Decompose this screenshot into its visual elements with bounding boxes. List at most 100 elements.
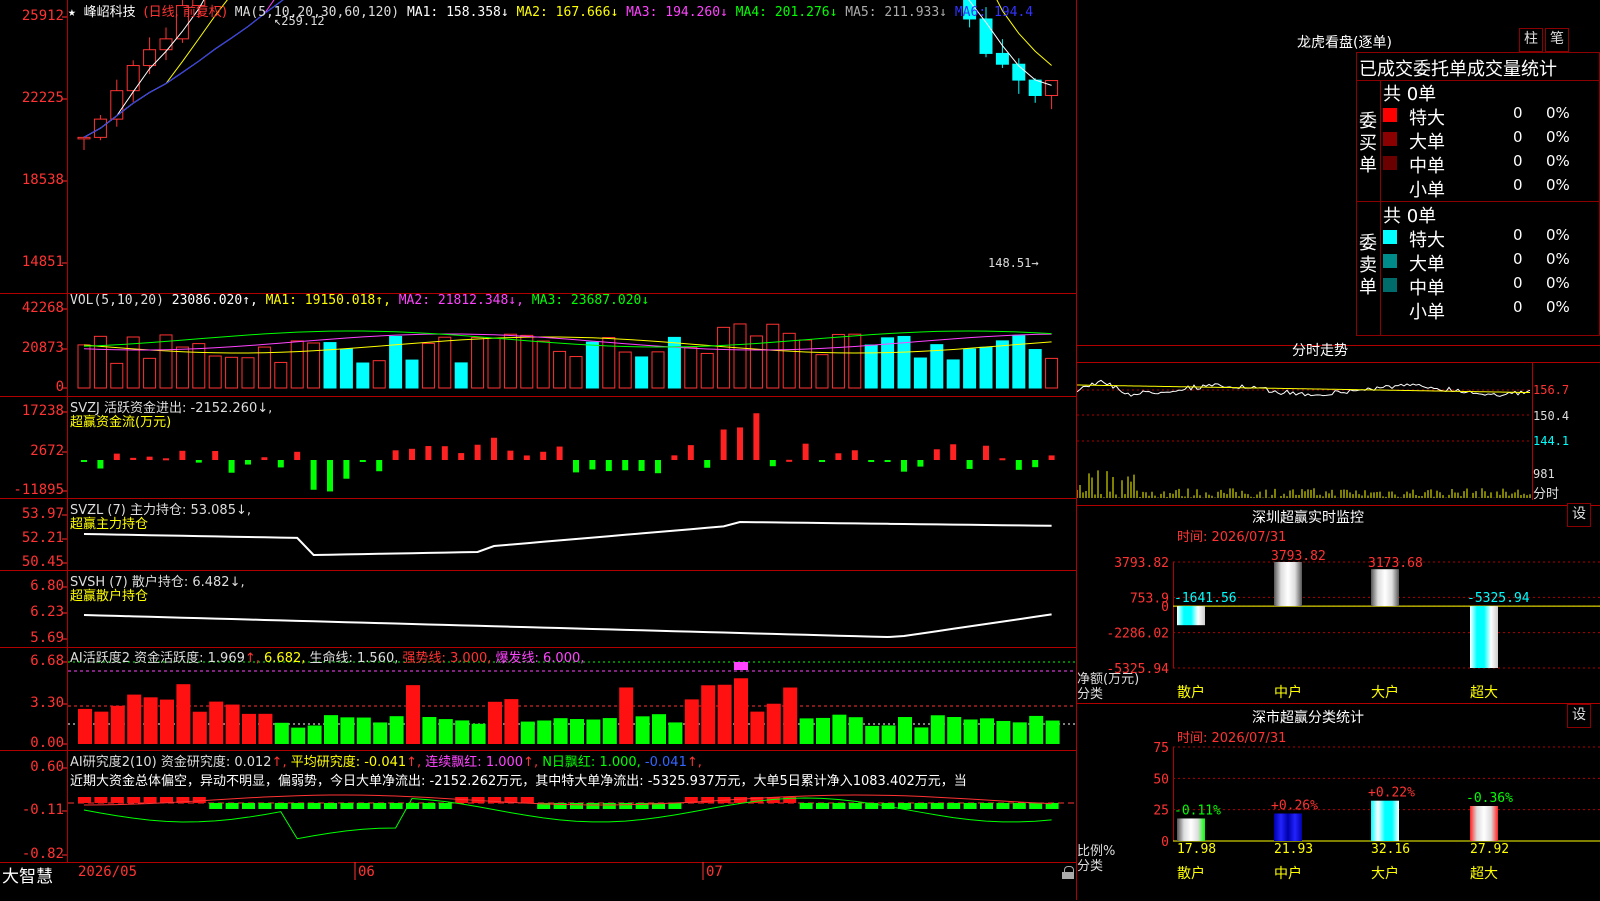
bar-category-label: 散户 [1177, 865, 1205, 882]
activity-bar [422, 716, 437, 744]
main-y-tick: 25912 [21, 8, 64, 24]
bar-category-label: 超大 [1470, 685, 1498, 701]
ai-research-header: AI研究度2(10) 资金研究度: 0.012↑, 平均研究度: -0.041↑… [70, 751, 702, 770]
pen-mode-button[interactable]: 笔 [1545, 28, 1569, 52]
volume-bar [192, 343, 206, 389]
bar-change-label: +0.26% [1271, 799, 1318, 814]
order-row-count: 0 [1513, 104, 1523, 122]
candle [979, 18, 993, 54]
research-bar [274, 803, 288, 809]
volume-bar [520, 334, 534, 389]
activity-bar [127, 694, 142, 744]
activity-bar [258, 713, 273, 744]
period-label[interactable]: (日线, 前复权) [144, 5, 227, 20]
activity-bar [291, 727, 306, 744]
bar-mode-button[interactable]: 柱 [1519, 28, 1543, 52]
ma-value: MA3: 194.260↓ [618, 5, 728, 20]
order-row: 小单 0 0% [1383, 176, 1600, 201]
volume-bar [963, 348, 977, 389]
order-row: 中单 0 0% [1383, 274, 1600, 299]
fund-flow-bar [523, 455, 530, 460]
fund-flow-bar [540, 451, 547, 460]
main-holding-line [83, 520, 1052, 557]
research-bar [570, 803, 583, 809]
classify-xlabel: 分类 [1077, 859, 1104, 874]
indicator-value: ↑, [686, 755, 702, 770]
candle [995, 52, 1009, 65]
bar-value-label: 3173.68 [1368, 556, 1423, 571]
fund-flow-bar [655, 460, 661, 474]
ai-active-y-tick: 0.00 [30, 735, 64, 751]
volume-bar [503, 333, 517, 389]
activity-bar [242, 713, 256, 744]
research-bar [373, 803, 387, 809]
activity-bar [356, 717, 371, 744]
sell-total: 共 0单 [1383, 206, 1437, 227]
bar-chart-y-tick: 0 [1161, 600, 1169, 615]
bar-value-label: 32.16 [1371, 842, 1410, 857]
activity-bar [1045, 720, 1060, 744]
research-bar [127, 797, 141, 803]
candle [77, 136, 91, 140]
indicator-value: AI活跃度2 资金活跃度: 1.969 [70, 651, 245, 666]
favorite-star-icon[interactable]: ★ [68, 5, 76, 20]
main-y-tick: 22225 [21, 90, 64, 106]
order-row-count: 0 [1513, 274, 1523, 292]
fund-flow-bar [81, 460, 87, 462]
volume-bar [274, 361, 288, 389]
fund-flow-bar [983, 445, 989, 460]
research-bar [242, 803, 255, 809]
order-row-percent: 0% [1546, 104, 1570, 122]
order-color-swatch [1383, 278, 1397, 292]
order-color-swatch [1383, 156, 1397, 170]
bar-category-label: 超大 [1470, 866, 1498, 882]
order-row: 特大 0 0% [1383, 226, 1600, 251]
bar-change-label: +0.22% [1368, 786, 1415, 801]
activity-bar [963, 719, 978, 744]
fund-flow-bar [245, 460, 251, 465]
bar-category-label: 大户 [1371, 865, 1399, 882]
date-axis-label: 07 [706, 864, 723, 880]
bar-chart-y-tick: 0 [1161, 835, 1169, 850]
volume-bar [569, 356, 583, 389]
classify-section: 深市超赢分类统计 设 时间: 2026/07/31 75 50 25 0 17.98 散户… [1077, 703, 1600, 901]
activity-bar [471, 723, 486, 744]
fund-flow-bar [884, 460, 891, 462]
ai-research-y-tick: -0.11 [21, 802, 64, 818]
research-bar [996, 803, 1010, 809]
activity-bar [438, 719, 453, 744]
order-row-percent: 0% [1546, 250, 1570, 268]
fund-flow-bar [409, 448, 415, 460]
fund-flow-bar [851, 450, 858, 460]
volume-bar [766, 323, 780, 389]
order-row-label: 中单 [1409, 278, 1445, 299]
volume-bar [831, 333, 845, 389]
fund-flow-bar [687, 445, 694, 460]
moving-average-line [83, 0, 284, 138]
main-y-tick: 14851 [21, 254, 64, 270]
volume-bar [553, 350, 567, 389]
vol-ma-value: MA2: 21812.348↓, [390, 293, 524, 308]
volume-bar [881, 337, 895, 389]
category-bar [1274, 813, 1302, 841]
intraday-unit: 分时 [1533, 487, 1560, 502]
category-bar [1177, 606, 1205, 626]
bar-category-label: 中户 [1274, 865, 1302, 882]
order-color-swatch [1383, 180, 1397, 194]
date-axis-label: 06 [358, 864, 375, 880]
intraday-section[interactable]: 分时走势 156.7 150.4 144.1 981 分时 [1077, 343, 1600, 505]
monitor-xlabel: 分类 [1077, 687, 1104, 702]
volume-bar [864, 344, 878, 389]
research-bar [438, 803, 452, 809]
research-bar [1012, 803, 1026, 809]
activity-bar [602, 718, 617, 744]
volume-bar [848, 333, 862, 389]
left-chart-area[interactable]: ★ 峰岹科技 (日线, 前复权) MA(5,10,20,30,60,120) M… [0, 0, 1077, 900]
ma-values: MA1: 158.358↓ MA2: 167.666↓ MA3: 194.260… [407, 5, 1033, 20]
volume-bar [799, 339, 813, 389]
fund-flow-bar [376, 460, 383, 472]
volume-bar [208, 355, 222, 389]
volume-bar [897, 335, 911, 389]
volume-bar [487, 337, 501, 389]
indicator-value: ↑, [271, 755, 287, 770]
